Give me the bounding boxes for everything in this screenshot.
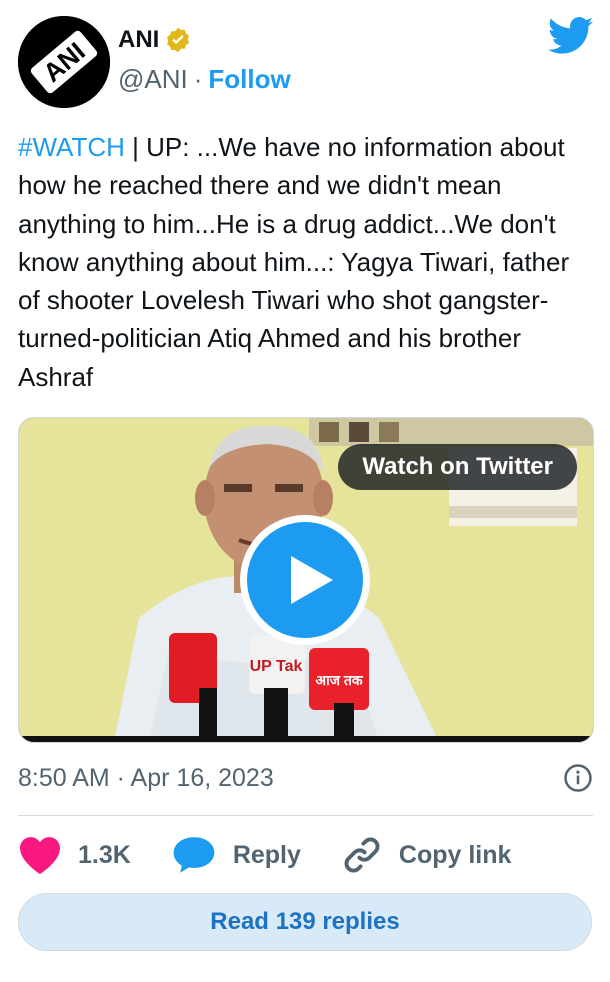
play-circle <box>247 522 363 638</box>
play-icon <box>291 556 333 604</box>
play-button[interactable] <box>240 515 370 645</box>
author-name[interactable]: ANI <box>118 26 159 54</box>
like-button[interactable]: 1.3K <box>18 835 131 875</box>
like-count: 1.3K <box>78 840 131 869</box>
video-player[interactable]: UP Tak आज तक Watch on Twitter <box>18 417 594 743</box>
hashtag-link[interactable]: #WATCH <box>18 132 125 162</box>
ani-logo: ANI <box>18 16 110 108</box>
info-icon[interactable] <box>563 763 593 793</box>
copy-link-label: Copy link <box>398 840 512 869</box>
author-name-row: ANI <box>118 26 192 54</box>
watch-on-twitter-button[interactable]: Watch on Twitter <box>338 444 577 490</box>
reply-bubble-icon <box>173 837 215 873</box>
mic-label-aajtak: आज तक <box>315 672 364 688</box>
timestamp-row: 8:50 AM · Apr 16, 2023 <box>18 758 593 798</box>
action-bar: 1.3K Reply Copy link <box>18 830 551 880</box>
separator-dot: · <box>193 64 203 94</box>
tweet-body: | UP: ...We have no information about ho… <box>18 132 570 392</box>
verified-badge-icon <box>167 27 190 53</box>
heart-icon <box>20 837 60 875</box>
reply-label: Reply <box>232 840 301 869</box>
avatar[interactable]: ANI <box>18 16 110 108</box>
twitter-bird-icon[interactable] <box>548 16 594 56</box>
author-handle[interactable]: @ANI <box>118 64 188 95</box>
mic-label-uptak: UP Tak <box>250 658 303 675</box>
copy-link-button[interactable]: Copy link <box>341 834 512 876</box>
tweet-timestamp[interactable]: 8:50 AM · Apr 16, 2023 <box>18 764 274 793</box>
reply-button[interactable]: Reply <box>171 835 301 875</box>
link-icon <box>344 837 380 873</box>
tweet-text: #WATCH | UP: ...We have no information a… <box>18 128 593 396</box>
read-replies-button[interactable]: Read 139 replies <box>18 893 592 951</box>
follow-button[interactable]: Follow <box>208 64 290 95</box>
tweet-header: ANI ANI @ANI · Follow <box>18 14 594 108</box>
author-handle-row: @ANI · Follow <box>118 64 291 95</box>
divider <box>18 815 593 816</box>
